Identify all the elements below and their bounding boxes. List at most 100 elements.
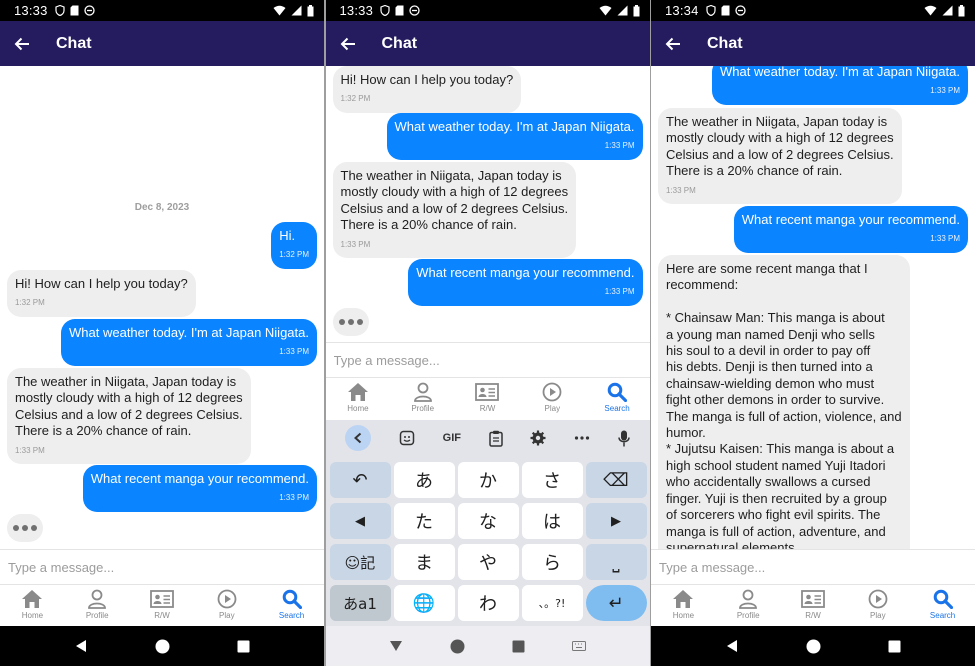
cursor-right-key[interactable]: ▶ — [585, 503, 647, 539]
kana-key-ra[interactable]: ら — [521, 544, 583, 580]
gear-icon[interactable] — [530, 430, 546, 446]
status-bar: 13:33 — [325, 0, 650, 21]
user-message: Hi. 1:32 PM — [271, 222, 317, 269]
tab-search[interactable]: Search — [259, 585, 324, 626]
back-button[interactable] — [651, 21, 695, 66]
chat-area[interactable]: Hi! How can I help you today? 1:32 PM Wh… — [325, 66, 650, 342]
kana-key-wa[interactable]: わ — [457, 585, 519, 621]
kana-key-na[interactable]: な — [457, 503, 519, 539]
collapse-toolbar-button[interactable] — [345, 425, 372, 451]
kana-key-ta[interactable]: た — [393, 503, 455, 539]
tab-label: R/W — [154, 611, 170, 620]
sync-icon — [409, 5, 420, 16]
sticker-icon[interactable] — [399, 430, 415, 446]
kana-key-a[interactable]: あ — [393, 462, 455, 498]
kana-key-ka[interactable]: か — [457, 462, 519, 498]
input-mode-key[interactable]: あa1 — [329, 585, 391, 621]
tab-home[interactable]: Home — [0, 585, 65, 626]
tab-label: Home — [347, 404, 369, 413]
date-separator: Dec 8, 2023 — [134, 202, 190, 213]
keyboard-switch-icon[interactable] — [572, 641, 586, 651]
clipboard-icon[interactable] — [488, 430, 503, 447]
sync-icon — [83, 5, 95, 16]
back-button[interactable] — [0, 21, 44, 66]
signal-icon — [291, 5, 302, 16]
status-right-icons — [599, 4, 640, 17]
id-card-icon — [150, 590, 174, 608]
bot-message: Hi! How can I help you today? 1:32 PM — [7, 270, 196, 317]
kana-key-ha[interactable]: は — [521, 503, 583, 539]
chat-content: What weather today. I'm at Japan Niigata… — [651, 66, 975, 549]
tab-search[interactable]: Search — [910, 585, 975, 626]
message-input[interactable] — [659, 559, 960, 575]
tab-label: Search — [278, 611, 305, 620]
nav-home-icon[interactable] — [155, 639, 170, 654]
message-text: What weather today. I'm at Japan Niigata… — [69, 325, 309, 340]
tab-profile[interactable]: Profile — [716, 585, 781, 626]
tab-read-write[interactable]: R/W — [455, 378, 520, 419]
id-card-icon — [475, 383, 500, 401]
signal-icon — [617, 5, 627, 16]
nav-back-down-icon[interactable] — [389, 640, 403, 652]
tab-play[interactable]: Play — [520, 378, 585, 419]
punctuation-key[interactable]: 、。?! — [521, 585, 583, 621]
more-options-icon[interactable] — [574, 435, 590, 441]
app-bar: Chat — [651, 21, 975, 66]
message-time: 1:33 PM — [15, 445, 45, 455]
message-time: 1:32 PM — [340, 94, 371, 104]
tab-label: Search — [604, 404, 630, 413]
tab-read-write[interactable]: R/W — [781, 585, 846, 626]
system-nav-bar — [325, 626, 650, 666]
person-icon — [739, 589, 758, 609]
sd-card-icon — [395, 5, 404, 16]
app-bar: Chat — [325, 21, 650, 66]
tab-search[interactable]: Search — [585, 378, 650, 419]
bot-message: The weather in Niigata, Japan today is m… — [7, 368, 251, 465]
chat-area[interactable]: What weather today. I'm at Japan Niigata… — [651, 66, 975, 549]
app-bar: Chat — [0, 21, 324, 66]
tab-play[interactable]: Play — [194, 585, 259, 626]
globe-key[interactable]: 🌐 — [393, 585, 455, 621]
kana-key-ma[interactable]: ま — [393, 544, 455, 580]
user-message: What recent manga your recommend. 1:33 P… — [82, 465, 317, 512]
tab-profile[interactable]: Profile — [65, 585, 130, 626]
kana-key-sa[interactable]: さ — [521, 462, 583, 498]
gif-button[interactable]: GIF — [443, 432, 461, 444]
message-input[interactable] — [8, 559, 309, 575]
space-key[interactable]: ⎵ — [585, 544, 647, 580]
cursor-left-key[interactable]: ◀ — [329, 503, 391, 539]
chat-area[interactable]: Dec 8, 2023 Hi. 1:32 PM Hi! How can I he… — [0, 66, 324, 549]
typing-dot — [31, 525, 37, 531]
tab-label: Home — [672, 611, 695, 620]
tab-profile[interactable]: Profile — [390, 378, 455, 419]
kana-key-ya[interactable]: や — [457, 544, 519, 580]
nav-home-icon[interactable] — [450, 639, 465, 654]
tab-read-write[interactable]: R/W — [130, 585, 195, 626]
nav-back-icon[interactable] — [725, 639, 739, 653]
message-text: The weather in Niigata, Japan today is m… — [666, 114, 894, 179]
undo-key[interactable]: ↶ — [329, 462, 391, 498]
search-icon — [607, 382, 628, 402]
tab-home[interactable]: Home — [651, 585, 716, 626]
message-input[interactable] — [333, 352, 634, 368]
backspace-key[interactable]: ⌫ — [585, 462, 647, 498]
emoji-symbol-key[interactable]: ☺記 — [329, 544, 391, 580]
tab-play[interactable]: Play — [845, 585, 910, 626]
nav-back-icon[interactable] — [74, 639, 88, 653]
enter-key[interactable]: ↵ — [585, 585, 647, 621]
status-left-icons — [54, 5, 95, 16]
tab-home[interactable]: Home — [326, 378, 391, 419]
nav-recents-icon[interactable] — [512, 640, 525, 653]
microphone-icon[interactable] — [617, 430, 630, 447]
battery-icon — [633, 4, 639, 16]
nav-home-icon[interactable] — [806, 639, 821, 654]
back-button[interactable] — [326, 21, 370, 66]
home-icon — [347, 383, 368, 401]
nav-recents-icon[interactable] — [888, 640, 901, 653]
system-nav-bar — [0, 626, 324, 666]
tab-label: Search — [929, 611, 956, 620]
tab-label: Play — [544, 404, 561, 413]
nav-recents-icon[interactable] — [237, 640, 250, 653]
message-time: 1:33 PM — [279, 493, 309, 503]
bot-message: Here are some recent manga that I recomm… — [658, 255, 910, 549]
